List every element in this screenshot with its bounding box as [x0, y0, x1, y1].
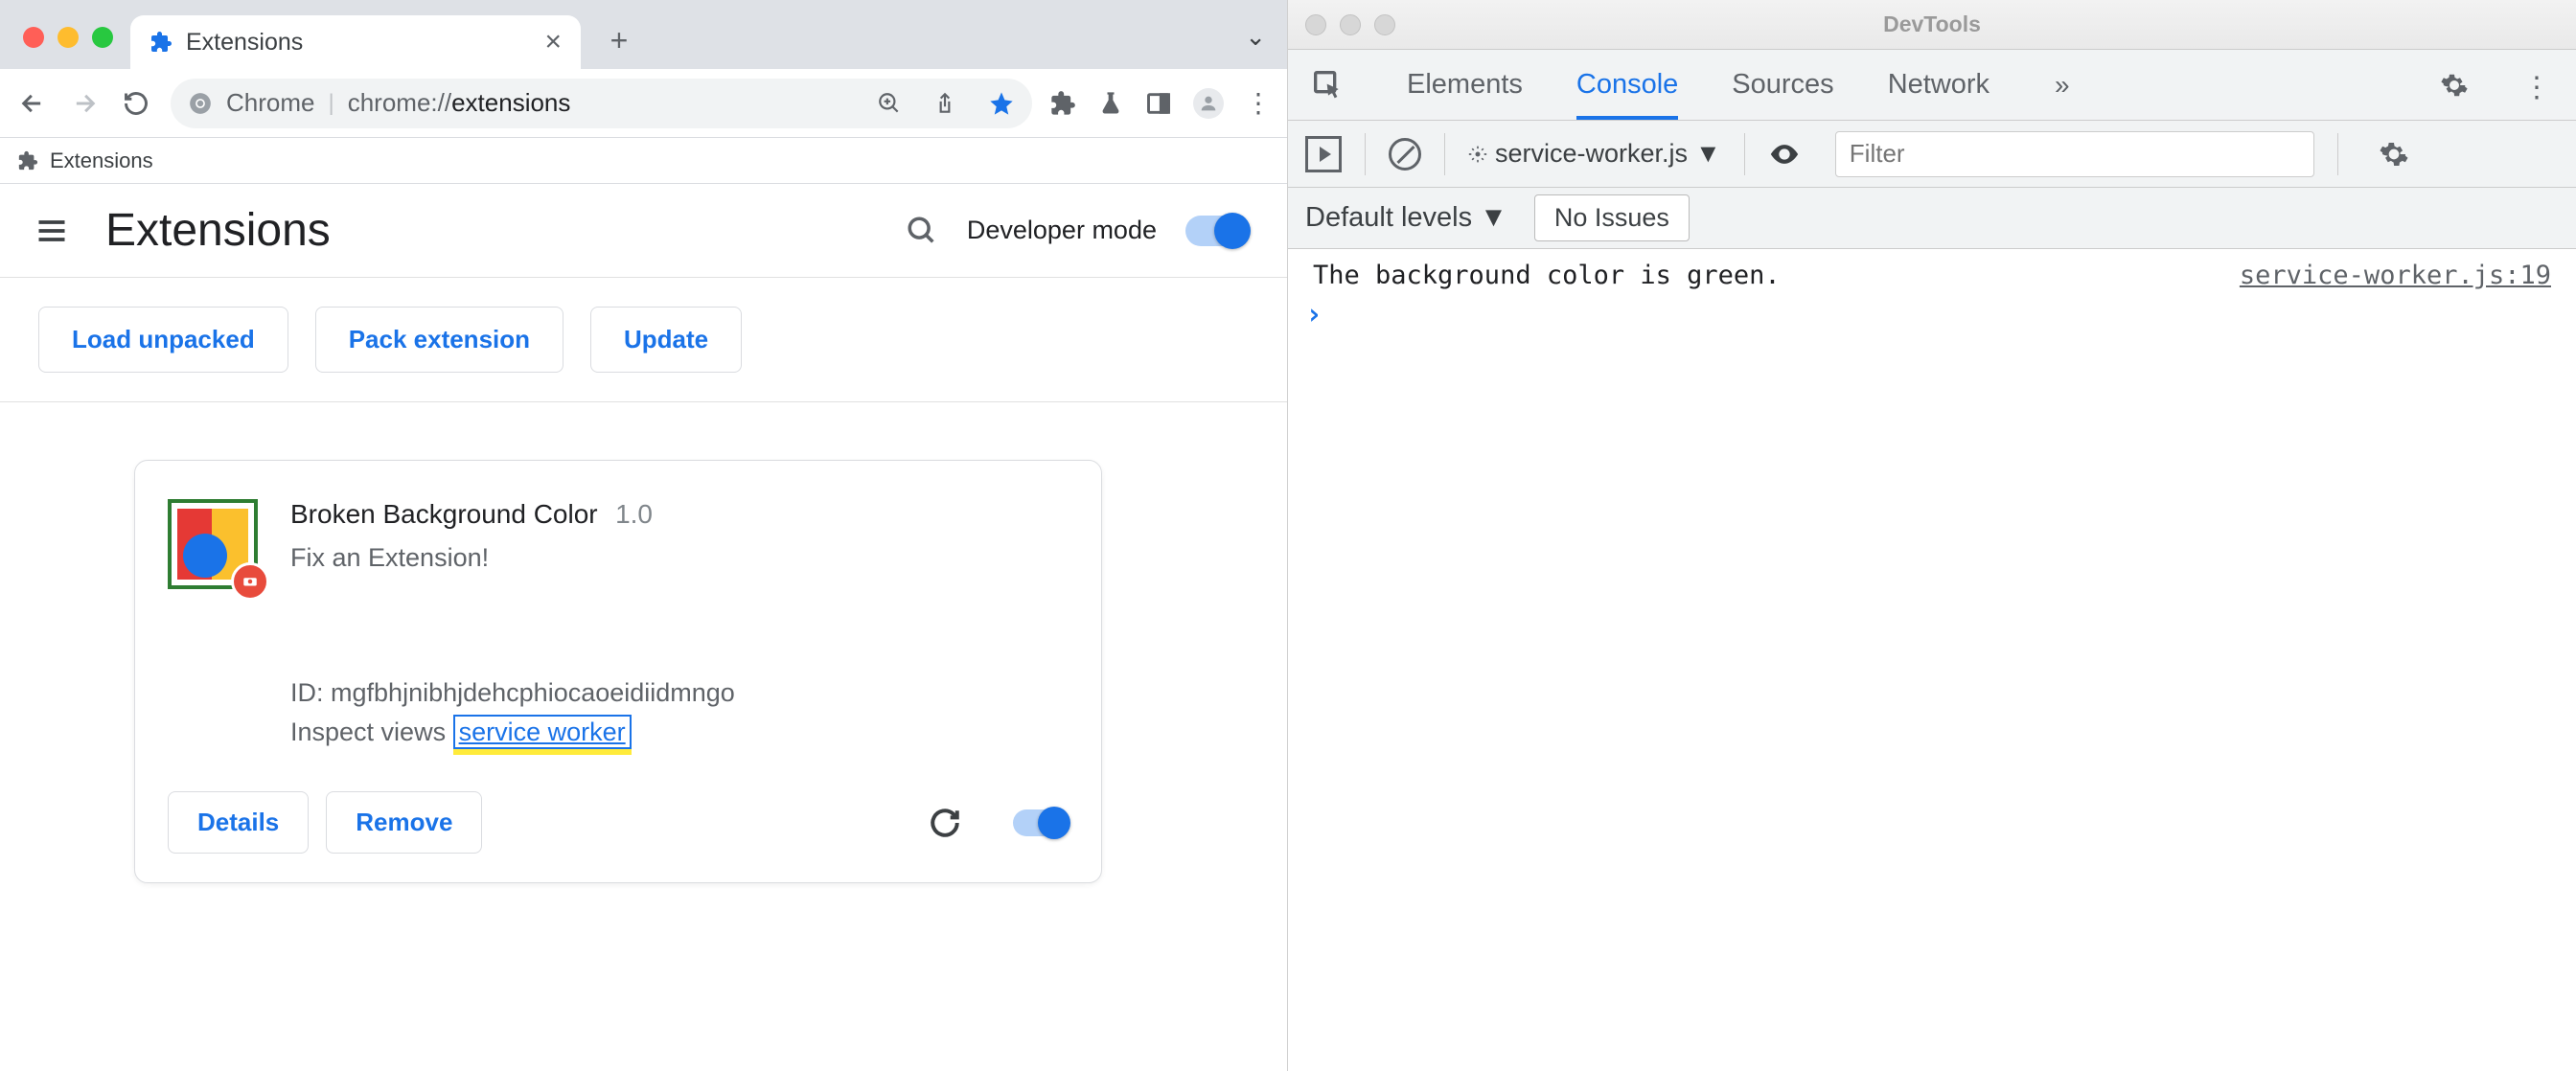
extensions-icon[interactable] — [1049, 90, 1076, 117]
log-message: The background color is green. — [1313, 261, 2240, 290]
tab-network[interactable]: Network — [1888, 50, 1990, 120]
tab-title: Extensions — [186, 29, 531, 57]
developer-mode-label: Developer mode — [967, 216, 1157, 245]
log-entry: The background color is green. service-w… — [1288, 257, 2576, 294]
tabs-overflow-icon[interactable]: ⌄ — [1245, 22, 1266, 52]
reload-extension-icon[interactable] — [929, 807, 961, 839]
extensions-header: Extensions Developer mode — [0, 184, 1287, 278]
tab-strip: Extensions × + ⌄ — [0, 0, 1287, 69]
new-tab-button[interactable]: + — [598, 19, 640, 61]
extension-enable-toggle[interactable] — [1013, 809, 1069, 836]
service-worker-link[interactable]: service worker — [453, 715, 632, 749]
extension-description: Fix an Extension! — [290, 543, 1069, 573]
close-window-icon[interactable] — [23, 27, 44, 48]
bookmark-item[interactable]: Extensions — [50, 148, 153, 173]
devtools-menu-icon[interactable]: ⋮ — [2522, 71, 2551, 100]
extensions-list: Broken Background Color 1.0 Fix an Exten… — [0, 402, 1287, 941]
extension-name: Broken Background Color — [290, 499, 598, 529]
gear-icon — [1468, 145, 1487, 164]
devtools-window: DevTools Elements Console Sources Networ… — [1288, 0, 2576, 1071]
menu-icon[interactable] — [34, 214, 69, 248]
devtools-titlebar: DevTools — [1288, 0, 2576, 50]
omnibox-separator: | — [328, 90, 334, 117]
puzzle-icon — [150, 31, 172, 54]
omnibox-url: chrome://extensions — [348, 88, 571, 118]
developer-actions: Load unpacked Pack extension Update — [0, 278, 1287, 402]
side-panel-icon[interactable] — [1145, 90, 1172, 117]
tab-sources[interactable]: Sources — [1732, 50, 1833, 120]
forward-button[interactable] — [67, 86, 102, 121]
extension-icon — [168, 499, 258, 589]
bookmark-star-icon[interactable] — [988, 90, 1015, 117]
console-subtoolbar: Default levels ▼ No Issues — [1288, 188, 2576, 249]
remove-button[interactable]: Remove — [326, 791, 482, 854]
browser-tab[interactable]: Extensions × — [130, 15, 581, 69]
chevron-down-icon: ▼ — [1695, 139, 1721, 169]
tab-elements[interactable]: Elements — [1407, 50, 1523, 120]
log-levels-selector[interactable]: Default levels ▼ — [1305, 202, 1507, 234]
clear-console-icon[interactable] — [1389, 138, 1421, 171]
chrome-window: Extensions × + ⌄ Chrome | chrome://exten… — [0, 0, 1288, 1071]
search-icon[interactable] — [906, 215, 938, 247]
console-prompt[interactable]: › — [1288, 294, 2576, 335]
extension-card: Broken Background Color 1.0 Fix an Exten… — [134, 460, 1102, 883]
unpacked-badge-icon — [231, 562, 269, 601]
bookmarks-bar: Extensions — [0, 138, 1287, 184]
settings-icon[interactable] — [2440, 71, 2469, 100]
toggle-sidebar-icon[interactable] — [1305, 136, 1342, 172]
console-settings-icon[interactable] — [2379, 139, 2409, 170]
devtools-title: DevTools — [1288, 11, 2576, 37]
labs-icon[interactable] — [1097, 90, 1124, 117]
back-button[interactable] — [15, 86, 50, 121]
close-tab-icon[interactable]: × — [544, 28, 562, 57]
console-toolbar: service-worker.js ▼ — [1288, 121, 2576, 188]
console-output: The background color is green. service-w… — [1288, 249, 2576, 1071]
live-expression-icon[interactable] — [1768, 138, 1801, 171]
pack-extension-button[interactable]: Pack extension — [315, 307, 564, 373]
address-bar[interactable]: Chrome | chrome://extensions — [171, 79, 1032, 128]
zoom-icon[interactable] — [877, 91, 902, 116]
window-controls — [23, 27, 113, 48]
chrome-icon — [188, 91, 213, 116]
tab-console[interactable]: Console — [1576, 50, 1678, 120]
log-source-link[interactable]: service-worker.js:19 — [2240, 261, 2551, 290]
developer-mode-toggle[interactable] — [1185, 216, 1249, 246]
filter-input[interactable] — [1835, 131, 2314, 177]
share-icon[interactable] — [932, 91, 957, 116]
puzzle-icon — [17, 150, 38, 171]
issues-button[interactable]: No Issues — [1534, 194, 1690, 241]
inspect-element-icon[interactable] — [1313, 70, 1344, 101]
omnibox-chip-label: Chrome — [226, 88, 314, 118]
devtools-tabs: Elements Console Sources Network » ⋮ — [1288, 50, 2576, 121]
load-unpacked-button[interactable]: Load unpacked — [38, 307, 288, 373]
execution-context-selector[interactable]: service-worker.js ▼ — [1468, 139, 1721, 169]
browser-menu-icon[interactable]: ⋮ — [1245, 87, 1272, 119]
browser-toolbar: Chrome | chrome://extensions ⋮ — [0, 69, 1287, 138]
maximize-window-icon[interactable] — [92, 27, 113, 48]
update-button[interactable]: Update — [590, 307, 742, 373]
extension-id: ID: mgfbhjnibhjdehcphiocaoeidiidmngo — [290, 678, 1069, 708]
more-tabs-icon[interactable]: » — [2055, 70, 2070, 101]
minimize-window-icon[interactable] — [58, 27, 79, 48]
details-button[interactable]: Details — [168, 791, 309, 854]
extension-version: 1.0 — [615, 499, 653, 529]
profile-avatar[interactable] — [1193, 88, 1224, 119]
inspect-views: Inspect views service worker — [290, 718, 1069, 747]
toolbar-actions: ⋮ — [1049, 87, 1272, 119]
reload-button[interactable] — [119, 86, 153, 121]
page-title: Extensions — [105, 204, 906, 257]
